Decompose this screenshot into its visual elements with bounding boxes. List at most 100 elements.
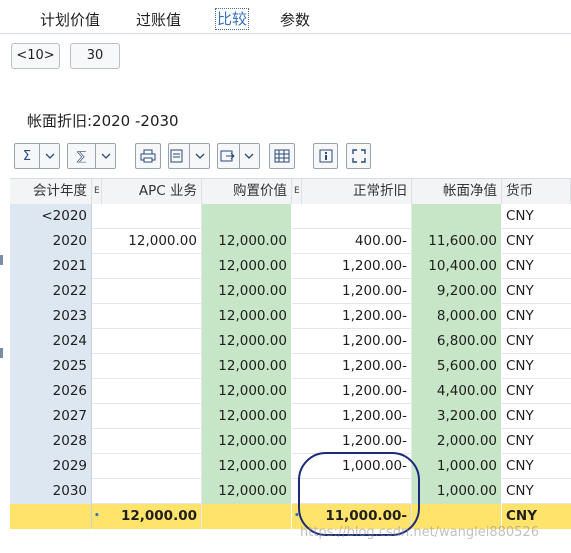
cell-year: 2020 (10, 229, 92, 254)
cell-acquisition: 12,000.00 (202, 229, 292, 254)
cell-marker (292, 429, 302, 454)
cell-marker (292, 204, 302, 229)
cell-year: 2028 (10, 429, 92, 454)
cell-book-value: 1,000.00 (412, 479, 502, 504)
sum-icon: Σ (22, 148, 32, 164)
cell-apc (102, 454, 202, 479)
column-header-acquisition[interactable]: 购置价值 (202, 179, 292, 204)
cell-book-value: 1,000.00 (412, 454, 502, 479)
cell-marker (292, 479, 302, 504)
cell-book-value: 4,400.00 (412, 379, 502, 404)
cell-marker (92, 479, 102, 504)
left-edge-marker (0, 348, 3, 358)
table-row[interactable]: <2020 CNY (10, 204, 571, 229)
fullscreen-icon (351, 149, 366, 163)
cell-apc (102, 329, 202, 354)
cell-year: 2024 (10, 329, 92, 354)
table-row[interactable]: 2027 12,000.00 1,200.00- 3,200.00 CNY (10, 404, 571, 429)
cell-marker (292, 354, 302, 379)
cell-book-value: 3,200.00 (412, 404, 502, 429)
cell-currency: CNY (506, 233, 534, 249)
cell-depreciation: 1,200.00- (302, 254, 412, 279)
cell-marker (92, 454, 102, 479)
table-row[interactable]: 2021 12,000.00 1,200.00- 10,400.00 CNY (10, 254, 571, 279)
cell-apc (102, 379, 202, 404)
column-header-marker[interactable]: E (292, 179, 302, 204)
table-row[interactable]: 2022 12,000.00 1,200.00- 9,200.00 CNY (10, 279, 571, 304)
layout-button[interactable] (168, 143, 210, 169)
cell-apc (102, 354, 202, 379)
tab-parameters[interactable]: 参数 (280, 9, 310, 30)
tab-comparison[interactable]: 比较 (215, 8, 250, 30)
column-header-depreciation[interactable]: 正常折旧 (302, 179, 412, 204)
cell-currency: CNY (506, 208, 534, 224)
cell-marker (92, 354, 102, 379)
cell-marker (92, 429, 102, 454)
cell-acquisition: 12,000.00 (202, 329, 292, 354)
cell-currency: CNY (506, 258, 534, 274)
cell-currency: CNY (506, 408, 534, 424)
tab-bar: 计划价值 过账值 比较 参数 (0, 0, 571, 34)
cell-year: 2023 (10, 304, 92, 329)
total-marker-icon: • (92, 504, 102, 529)
cell-currency: CNY (506, 483, 534, 499)
column-header-apc[interactable]: APC 业务 (102, 179, 202, 204)
watermark: https://blog.csdn.net/wanglei880526 (300, 525, 539, 540)
table-row[interactable]: 2024 12,000.00 1,200.00- 6,800.00 CNY (10, 329, 571, 354)
cell-apc (102, 204, 202, 229)
column-header-book-value[interactable]: 帐面净值 (412, 179, 502, 204)
total-apc: 12,000.00 (102, 504, 202, 529)
cell-marker (292, 404, 302, 429)
grid-button[interactable] (269, 143, 295, 169)
prev-ten-button[interactable]: <10> (11, 43, 60, 69)
years-count-button[interactable]: 30 (70, 43, 120, 69)
cell-apc (102, 479, 202, 504)
cell-year: 2022 (10, 279, 92, 304)
sum-button[interactable]: Σ (14, 143, 60, 169)
cell-depreciation: 1,200.00- (302, 429, 412, 454)
cell-acquisition: 12,000.00 (202, 454, 292, 479)
chevron-down-icon[interactable] (189, 144, 209, 168)
cell-apc (102, 429, 202, 454)
cell-marker (292, 454, 302, 479)
cell-currency: CNY (506, 458, 534, 474)
chevron-down-icon[interactable] (238, 144, 259, 168)
table-row[interactable]: 2020 12,000.00 12,000.00 400.00- 11,600.00 CN… (10, 229, 571, 254)
cell-depreciation (302, 479, 412, 504)
chevron-down-icon[interactable] (39, 144, 59, 168)
table-row[interactable]: 2025 12,000.00 1,200.00- 5,600.00 CNY (10, 354, 571, 379)
column-header-year[interactable]: 会计年度 (10, 179, 92, 204)
table-row[interactable]: 2030 12,000.00 1,000.00 CNY (10, 479, 571, 504)
cell-acquisition: 12,000.00 (202, 404, 292, 429)
cell-acquisition: 12,000.00 (202, 279, 292, 304)
subtotal-button[interactable]: ⅀ (67, 143, 116, 169)
column-header-marker[interactable]: E (92, 179, 102, 204)
table-row[interactable]: 2023 12,000.00 1,200.00- 8,000.00 CNY (10, 304, 571, 329)
fullscreen-button[interactable] (346, 143, 371, 169)
cell-depreciation: 1,200.00- (302, 354, 412, 379)
cell-marker (292, 304, 302, 329)
cell-apc (102, 404, 202, 429)
cell-book-value: 6,800.00 (412, 329, 502, 354)
tab-posted-value[interactable]: 过账值 (136, 9, 181, 30)
table-row[interactable]: 2028 12,000.00 1,200.00- 2,000.00 CNY (10, 429, 571, 454)
cell-marker (292, 254, 302, 279)
cell-currency: CNY (506, 358, 534, 374)
cell-book-value (412, 204, 502, 229)
cell-depreciation: 400.00- (302, 229, 412, 254)
export-button[interactable] (217, 143, 260, 169)
info-icon (319, 149, 332, 163)
chevron-down-icon[interactable] (95, 144, 115, 168)
cell-currency: CNY (506, 308, 534, 324)
print-button[interactable] (135, 143, 161, 169)
info-button[interactable] (313, 143, 338, 169)
cell-book-value: 9,200.00 (412, 279, 502, 304)
cell-acquisition: 12,000.00 (202, 354, 292, 379)
table-row[interactable]: 2026 12,000.00 1,200.00- 4,400.00 CNY (10, 379, 571, 404)
tab-planned-value[interactable]: 计划价值 (40, 9, 100, 30)
cell-marker (92, 279, 102, 304)
table-row[interactable]: 2029 12,000.00 1,000.00- 1,000.00 CNY (10, 454, 571, 479)
cell-acquisition: 12,000.00 (202, 379, 292, 404)
cell-acquisition: 12,000.00 (202, 429, 292, 454)
column-header-currency[interactable]: 货币 (502, 179, 571, 204)
